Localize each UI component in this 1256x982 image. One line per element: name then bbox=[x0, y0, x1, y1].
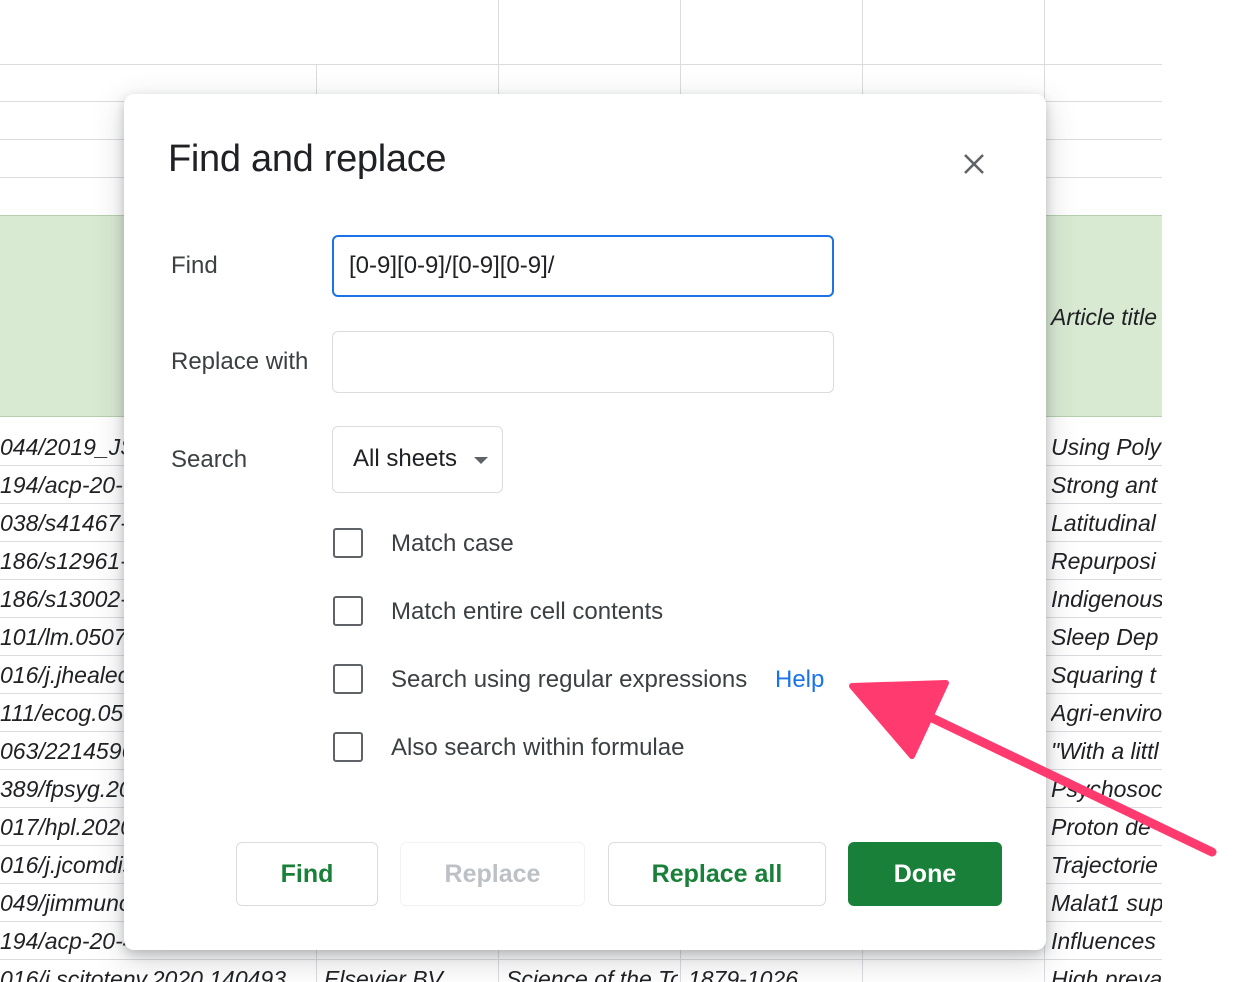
search-label: Search bbox=[171, 446, 248, 473]
dialog-title: Find and replace bbox=[168, 138, 447, 180]
regex-help-link[interactable]: Help bbox=[775, 666, 824, 694]
dropdown-arrow-icon bbox=[474, 457, 488, 464]
cell-article-title[interactable]: "With a littl bbox=[1051, 734, 1162, 768]
replace-button[interactable]: Replace bbox=[400, 842, 585, 906]
replace-input[interactable] bbox=[332, 331, 834, 393]
cell-article-title[interactable]: Proton de bbox=[1051, 810, 1162, 844]
regex-label: Search using regular expressions bbox=[391, 666, 748, 693]
column-header-article-title[interactable]: Article title bbox=[1051, 304, 1157, 331]
formulae-checkbox[interactable] bbox=[333, 732, 363, 762]
replace-all-button[interactable]: Replace all bbox=[608, 842, 826, 906]
done-button[interactable]: Done bbox=[848, 842, 1002, 906]
cell-article-title[interactable]: Psychosoc bbox=[1051, 772, 1162, 806]
cell-article-title[interactable]: Trajectorie bbox=[1051, 848, 1162, 882]
find-label: Find bbox=[171, 252, 218, 279]
cell-article-title[interactable]: Indigenous bbox=[1051, 582, 1162, 616]
cell-article-title[interactable]: Squaring t bbox=[1051, 658, 1162, 692]
replace-label: Replace with bbox=[171, 348, 309, 375]
formulae-label: Also search within formulae bbox=[391, 734, 685, 761]
grid-line bbox=[0, 64, 1162, 65]
cell-journal[interactable]: Science of the Total bbox=[506, 962, 678, 982]
cell-article-title[interactable]: Using Poly bbox=[1051, 430, 1162, 464]
cell-article-title[interactable]: Sleep Dep bbox=[1051, 620, 1162, 654]
close-icon bbox=[964, 154, 984, 174]
find-replace-dialog: Find and replace Find Replace with Searc… bbox=[124, 94, 1046, 950]
cell-article-title[interactable]: Malat1 sup bbox=[1051, 886, 1162, 920]
match-case-checkbox[interactable] bbox=[333, 528, 363, 558]
cell-article-title[interactable]: Latitudinal bbox=[1051, 506, 1162, 540]
cell-doi[interactable]: 016/j.scitotenv.2020.140493 bbox=[0, 962, 312, 982]
match-case-label: Match case bbox=[391, 530, 514, 557]
close-button[interactable] bbox=[952, 142, 996, 186]
cell-article-title[interactable]: Agri-enviro bbox=[1051, 696, 1162, 730]
regex-checkbox[interactable] bbox=[333, 664, 363, 694]
find-button[interactable]: Find bbox=[236, 842, 378, 906]
match-entire-cell-label: Match entire cell contents bbox=[391, 598, 664, 625]
cell-article-title[interactable]: High preva bbox=[1051, 962, 1162, 982]
search-scope-value: All sheets bbox=[353, 445, 458, 472]
cell-publisher[interactable]: Elsevier BV bbox=[324, 962, 496, 982]
page-margin bbox=[1162, 0, 1256, 982]
grid-line bbox=[0, 959, 1162, 960]
cell-article-title[interactable]: Influences bbox=[1051, 924, 1162, 958]
find-input[interactable] bbox=[332, 235, 834, 297]
cell-issn[interactable]: 1879-1026 bbox=[688, 962, 860, 982]
match-entire-cell-checkbox[interactable] bbox=[333, 596, 363, 626]
cell-article-title[interactable]: Repurposi bbox=[1051, 544, 1162, 578]
search-scope-dropdown[interactable]: All sheets bbox=[332, 426, 503, 493]
cell-article-title[interactable]: Strong ant bbox=[1051, 468, 1162, 502]
